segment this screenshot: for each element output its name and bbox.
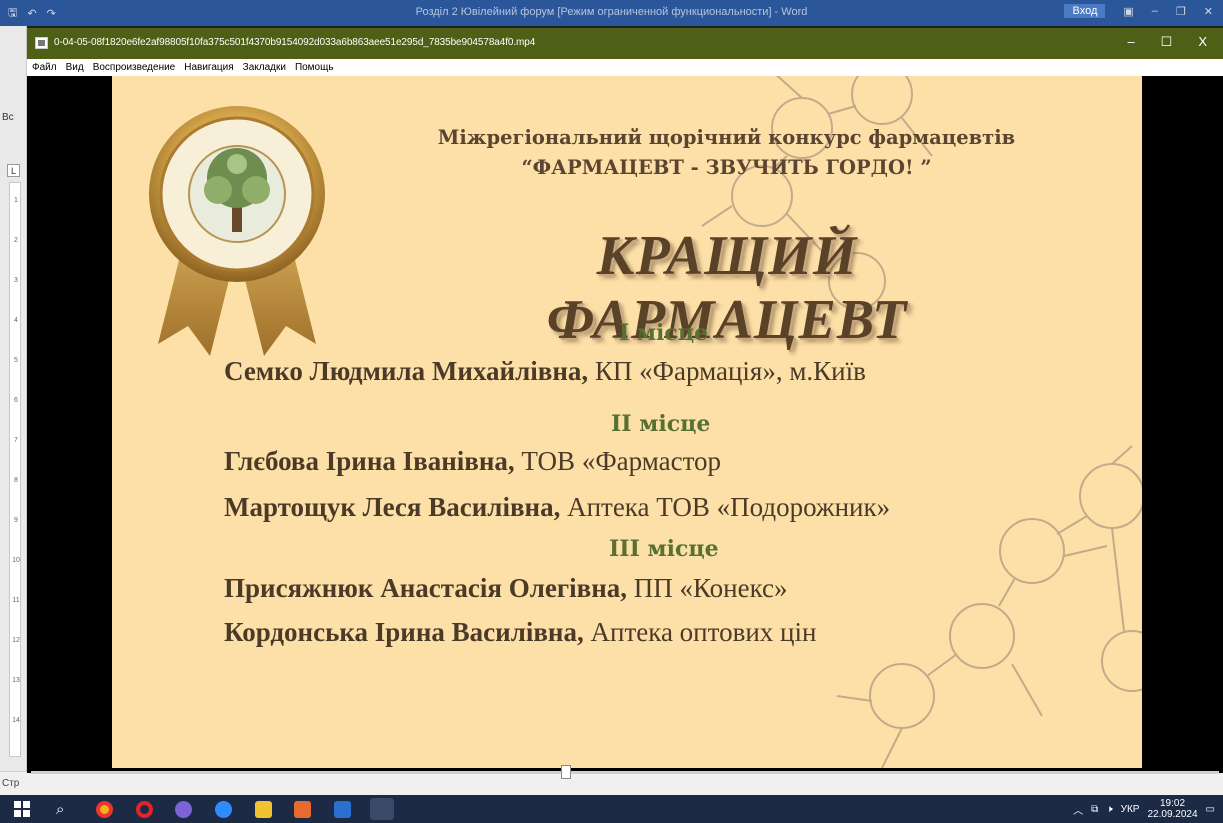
menu-bookmarks[interactable]: Закладки [243,62,286,73]
word-titlebar: 🖫 ↶ ↷ Розділ 2 Ювілейний форум [Режим ог… [0,0,1223,26]
menu-help[interactable]: Помощь [295,62,334,73]
volume-icon[interactable]: 🕨 [1106,804,1112,815]
ruler-tick: 6 [14,397,18,404]
winner-2: Глєбова Ірина Іванівна, ТОВ «Фармастор [224,446,721,477]
vertical-ruler[interactable]: 1 2 3 4 5 6 7 8 9 10 11 12 13 14 [9,182,21,757]
media-player-window: 0-04-05-08f1820e6fe2af98805f10fa375c501f… [27,28,1223,773]
taskbar: ⌕ ︿ ⧉ 🕨 УКР 19:02 22.09.2024 ▭ [0,795,1223,823]
tab-stop-selector[interactable]: L [7,164,20,177]
ruler-tick: 1 [14,197,18,204]
clock-date: 22.09.2024 [1147,809,1198,820]
viber-icon[interactable] [175,801,192,818]
winner-1-name: Семко Людмила Михайлівна, [224,356,589,386]
winner-5-org: Аптека оптових цін [583,617,817,647]
file-explorer-icon[interactable] [255,801,272,818]
ruler-tick: 11 [12,597,20,604]
contest-heading-line1: Міжрегіональний щорічний конкурс фармаце… [437,126,1016,149]
winner-5: Кордонська Ірина Василівна, Аптека оптов… [224,617,816,648]
winner-3-org: Аптека ТОВ «Подорожник» [560,492,891,522]
start-icon[interactable] [14,801,31,818]
ruler-tick: 12 [12,637,20,644]
login-button[interactable]: Вход [1064,4,1106,18]
player-menubar: Файл Вид Воспроизведение Навигация Закла… [27,59,1223,76]
best-pharmacist-title: КРАЩИЙ ФАРМАЦЕВТ [546,225,908,351]
ruler-tick: 7 [14,437,18,444]
presentation-app-icon[interactable] [294,801,311,818]
menu-file[interactable]: Файл [32,62,57,73]
ruler-tick: 8 [14,477,18,484]
minimize-icon[interactable]: – [1152,5,1158,17]
winner-1-org: КП «Фармація», м.Київ [588,356,866,386]
player-file-name: 0-04-05-08f1820e6fe2af98805f10fa375c501f… [54,37,536,48]
ruler-tick: 14 [12,717,20,724]
word-window-title: Розділ 2 Ювілейний форум [Режим ограниче… [415,6,808,18]
word-status-bar: Стр [0,771,1223,795]
player-close-button[interactable]: X [1198,34,1207,50]
video-frame[interactable]: Міжрегіональний щорічний конкурс фармаце… [112,76,1142,768]
player-app-icon [35,37,48,49]
search-icon[interactable]: ⌕ [56,801,73,818]
ribbon-display-icon[interactable]: ▣ [1123,5,1133,18]
ruler-tick: 3 [14,277,18,284]
player-maximize-button[interactable]: ☐ [1161,34,1173,50]
system-tray: ︿ ⧉ 🕨 УКР 19:02 22.09.2024 ▭ [1073,795,1223,823]
menu-playback[interactable]: Воспроизведение [93,62,176,73]
seek-bar-handle[interactable] [560,765,571,779]
winner-2-org: ТОВ «Фармастор [514,446,722,476]
restore-icon[interactable]: ❐ [1176,5,1186,18]
menu-view[interactable]: Вид [66,62,84,73]
first-place-label: І місце [619,320,709,346]
chrome-icon[interactable] [96,801,113,818]
zoom-icon[interactable] [215,801,232,818]
ruler-tick: 13 [12,677,20,684]
player-titlebar: 0-04-05-08f1820e6fe2af98805f10fa375c501f… [27,28,1223,59]
ruler-tick: 10 [12,557,20,564]
contest-seal-logo [149,106,325,356]
chevron-up-icon[interactable]: ︿ [1073,802,1083,817]
player-minimize-button[interactable]: – [1127,34,1134,50]
clock[interactable]: 19:02 22.09.2024 [1147,798,1197,820]
media-player-icon[interactable] [370,798,394,820]
contest-heading: Міжрегіональний щорічний конкурс фармаце… [424,123,1029,183]
page-label: Стр [2,778,20,789]
word-icon[interactable] [334,801,351,818]
winner-5-name: Кордонська Ірина Василівна, [224,617,584,647]
winner-2-name: Глєбова Ірина Іванівна, [224,446,515,476]
contest-heading-line2: “ФАРМАЦЕВТ - ЗВУЧИТЬ ГОРДО! ” [521,156,932,179]
ruler-tick: 9 [14,517,18,524]
desktop: 🖫 ↶ ↷ Розділ 2 Ювілейний форум [Режим ог… [0,0,1223,823]
insert-tab-label[interactable]: Вс [2,112,14,123]
ruler-tick: 5 [14,357,18,364]
network-icon[interactable]: ⧉ [1091,804,1098,815]
winner-3: Мартощук Леся Василівна, Аптека ТОВ «Под… [224,492,890,523]
language-indicator[interactable]: УКР [1121,804,1140,815]
winner-4-name: Присяжнюк Анастасія Олегівна, [224,573,627,603]
ruler-tick: 2 [14,237,18,244]
notifications-icon[interactable]: ▭ [1206,804,1215,815]
third-place-label: ІІІ місце [609,536,719,562]
close-icon[interactable]: ✕ [1204,5,1213,18]
ruler-tick: 4 [14,317,18,324]
clock-time: 19:02 [1160,798,1186,809]
second-place-label: ІІ місце [611,411,711,437]
winner-1: Семко Людмила Михайлівна, КП «Фармація»,… [224,356,866,387]
winner-4: Присяжнюк Анастасія Олегівна, ПП «Конекс… [224,573,788,604]
menu-navigation[interactable]: Навигация [184,62,233,73]
opera-icon[interactable] [136,801,153,818]
winner-4-org: ПП «Конекс» [627,573,788,603]
winner-3-name: Мартощук Леся Василівна, [224,492,561,522]
seek-bar[interactable] [31,771,1219,774]
